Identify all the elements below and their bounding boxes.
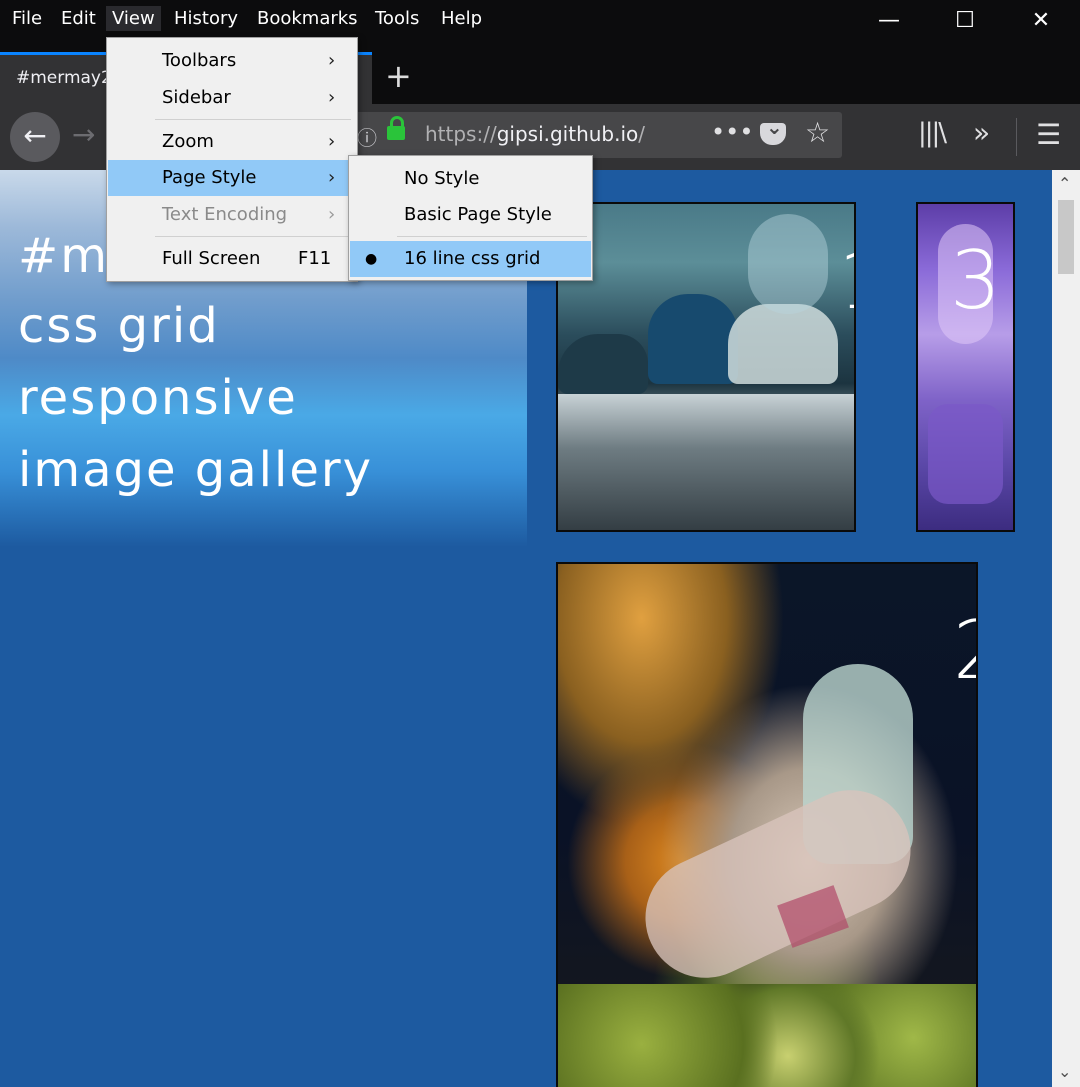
- gallery-image-sea-creature[interactable]: 2: [556, 562, 978, 1087]
- gallery-image-fractal[interactable]: 3: [916, 202, 1015, 532]
- menu-file[interactable]: File: [6, 6, 48, 31]
- hero-line-4: image gallery: [18, 442, 373, 498]
- menu-tools[interactable]: Tools: [369, 6, 425, 31]
- scroll-down-arrow-icon[interactable]: ⌄: [1058, 1062, 1071, 1081]
- horse-shape: [728, 304, 838, 384]
- hamburger-menu-icon[interactable]: ☰: [1036, 118, 1061, 151]
- menu-history[interactable]: History: [168, 6, 244, 31]
- lock-icon[interactable]: [387, 116, 405, 140]
- tab-title: #mermay2: [16, 68, 112, 88]
- url-text[interactable]: https://gipsi.github.io/: [425, 122, 645, 146]
- menu-separator: [155, 236, 351, 237]
- view-menu-page-style[interactable]: Page Style ›: [108, 160, 356, 196]
- chevron-right-icon: ›: [328, 167, 336, 188]
- ghost-figure: [748, 214, 828, 314]
- selected-bullet-icon: ●: [365, 251, 378, 267]
- image-number: 1: [838, 234, 854, 327]
- coral-polyps: [558, 984, 976, 1087]
- chevron-right-icon: ›: [328, 50, 336, 71]
- pocket-icon[interactable]: [760, 115, 786, 145]
- surf-waves: [558, 394, 854, 530]
- page-style-basic[interactable]: Basic Page Style: [350, 197, 591, 233]
- menu-separator: [397, 236, 587, 237]
- fractal-shape: [928, 404, 1003, 504]
- back-button[interactable]: ←: [10, 112, 60, 162]
- chevron-right-icon: ›: [328, 87, 336, 108]
- overflow-chevron-icon[interactable]: »: [973, 116, 990, 149]
- minimize-button[interactable]: —: [864, 8, 914, 33]
- scroll-up-arrow-icon[interactable]: ⌃: [1058, 174, 1071, 193]
- page-style-no-style[interactable]: No Style: [350, 161, 591, 197]
- shortcut-label: F11: [298, 248, 332, 269]
- image-number: 3: [950, 234, 1001, 327]
- page-content: #mermay css grid responsive image galler…: [0, 170, 1052, 1087]
- view-menu-sidebar[interactable]: Sidebar ›: [108, 80, 356, 116]
- page-style-submenu: No Style Basic Page Style ● 16 line css …: [348, 155, 593, 281]
- toolbar-divider: [1016, 118, 1017, 156]
- page-style-16-line-grid[interactable]: ● 16 line css grid: [350, 241, 591, 277]
- menu-bookmarks[interactable]: Bookmarks: [251, 6, 364, 31]
- view-menu-full-screen[interactable]: Full Screen F11: [108, 241, 356, 277]
- page-actions-button[interactable]: •••: [711, 118, 753, 146]
- image-number: 2: [953, 604, 976, 697]
- chevron-right-icon: ›: [328, 204, 336, 225]
- menu-separator: [155, 119, 351, 120]
- view-menu-zoom[interactable]: Zoom ›: [108, 124, 356, 160]
- forward-button[interactable]: →: [72, 118, 95, 151]
- view-menu: Toolbars › Sidebar › Zoom › Page Style › Tex…: [106, 37, 358, 282]
- gallery-image-horses[interactable]: 1: [556, 202, 856, 532]
- maximize-button[interactable]: ☐: [940, 8, 990, 33]
- menu-edit[interactable]: Edit: [55, 6, 102, 31]
- chevron-right-icon: ›: [328, 131, 336, 152]
- menu-help[interactable]: Help: [435, 6, 488, 31]
- info-icon[interactable]: ⓘ: [357, 122, 377, 151]
- scrollbar[interactable]: ⌃ ⌄: [1052, 170, 1080, 1087]
- view-menu-text-encoding: Text Encoding ›: [108, 197, 356, 233]
- bookmark-star-icon[interactable]: ☆: [805, 116, 830, 149]
- menu-view[interactable]: View: [106, 6, 161, 31]
- close-button[interactable]: ✕: [1016, 8, 1066, 33]
- new-tab-button[interactable]: +: [385, 57, 412, 95]
- hero-line-2: css grid: [18, 298, 220, 354]
- library-icon[interactable]: |||\: [918, 118, 947, 148]
- url-bar[interactable]: ⓘ https://gipsi.github.io/ ••• ☆: [345, 112, 842, 158]
- hero-line-3: responsive: [18, 370, 298, 426]
- arrow-left-icon: ←: [23, 119, 47, 152]
- view-menu-toolbars[interactable]: Toolbars ›: [108, 43, 356, 79]
- horse-shape: [558, 334, 648, 394]
- scrollbar-thumb[interactable]: [1058, 200, 1074, 274]
- horse-shape: [648, 294, 738, 384]
- creature-body: [625, 770, 931, 998]
